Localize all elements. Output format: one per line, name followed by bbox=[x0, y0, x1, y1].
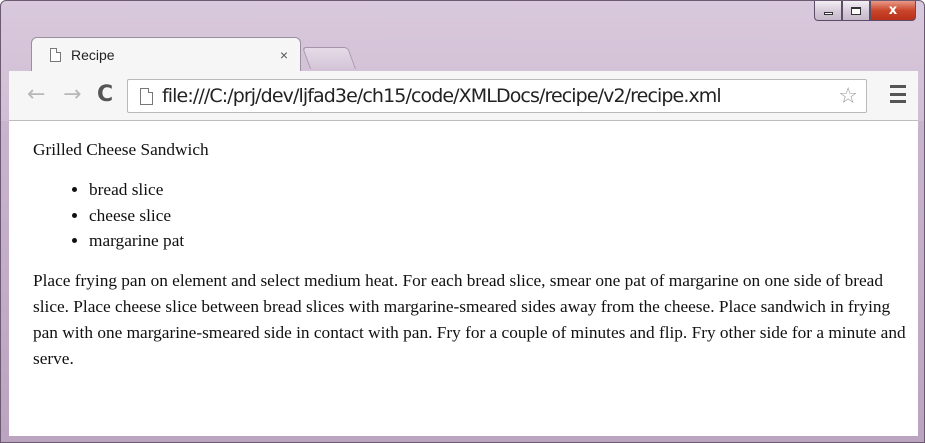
maximize-icon bbox=[851, 6, 861, 15]
bookmark-star-icon[interactable]: ☆ bbox=[838, 84, 858, 109]
tab-close-icon[interactable]: × bbox=[280, 47, 288, 63]
ingredients-list: bread slice cheese slice margarine pat bbox=[33, 177, 918, 254]
hamburger-menu-icon[interactable] bbox=[890, 85, 906, 103]
minimize-icon bbox=[823, 12, 833, 15]
reload-icon[interactable]: C bbox=[97, 84, 113, 106]
minimize-button[interactable] bbox=[814, 1, 842, 21]
browser-toolbar: ← → C file:///C:/prj/dev/ljfad3e/ch15/co… bbox=[9, 71, 918, 121]
forward-arrow-icon[interactable]: → bbox=[63, 84, 81, 106]
ingredient-item: cheese slice bbox=[89, 203, 918, 229]
address-bar[interactable]: file:///C:/prj/dev/ljfad3e/ch15/code/XML… bbox=[127, 79, 867, 113]
recipe-title: Grilled Cheese Sandwich bbox=[33, 140, 209, 159]
tab-title: Recipe bbox=[71, 46, 115, 63]
tab-recipe[interactable]: Recipe × bbox=[31, 37, 301, 71]
browser-window: x Recipe × ← → C file:///C:/prj/dev/ljfa… bbox=[0, 0, 925, 443]
maximize-button[interactable] bbox=[842, 1, 870, 21]
ingredient-item: margarine pat bbox=[89, 228, 918, 254]
page-content: Grilled Cheese Sandwich bread slice chee… bbox=[9, 121, 918, 436]
back-arrow-icon[interactable]: ← bbox=[27, 84, 45, 106]
new-tab-button[interactable] bbox=[301, 47, 357, 69]
tab-strip: Recipe × bbox=[1, 29, 924, 71]
close-icon: x bbox=[888, 3, 898, 18]
window-frame-left bbox=[1, 121, 9, 442]
page-icon bbox=[50, 47, 61, 62]
window-close-button[interactable]: x bbox=[870, 1, 916, 21]
recipe-instructions: Place frying pan on element and select m… bbox=[33, 270, 906, 368]
page-icon bbox=[140, 87, 153, 105]
window-caption-buttons: x bbox=[814, 1, 916, 23]
ingredient-item: bread slice bbox=[89, 177, 918, 203]
url-text[interactable]: file:///C:/prj/dev/ljfad3e/ch15/code/XML… bbox=[162, 85, 838, 107]
